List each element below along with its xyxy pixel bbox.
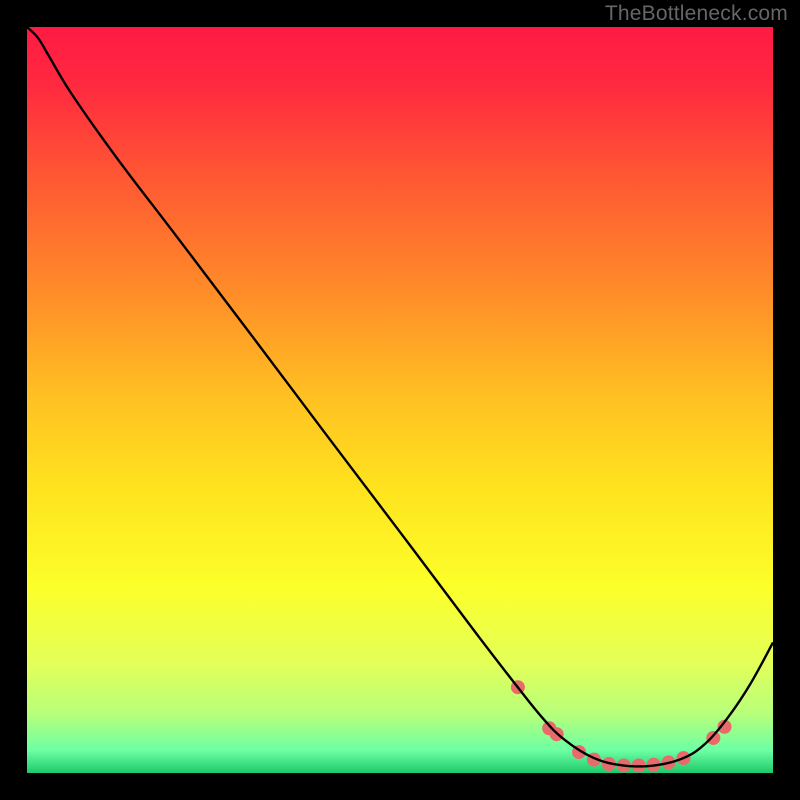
chart-svg xyxy=(27,27,773,773)
gradient-background xyxy=(27,27,773,773)
chart-container: TheBottleneck.com xyxy=(0,0,800,800)
marker-dot xyxy=(706,731,720,745)
plot-area xyxy=(27,27,773,773)
watermark-text: TheBottleneck.com xyxy=(605,2,788,26)
